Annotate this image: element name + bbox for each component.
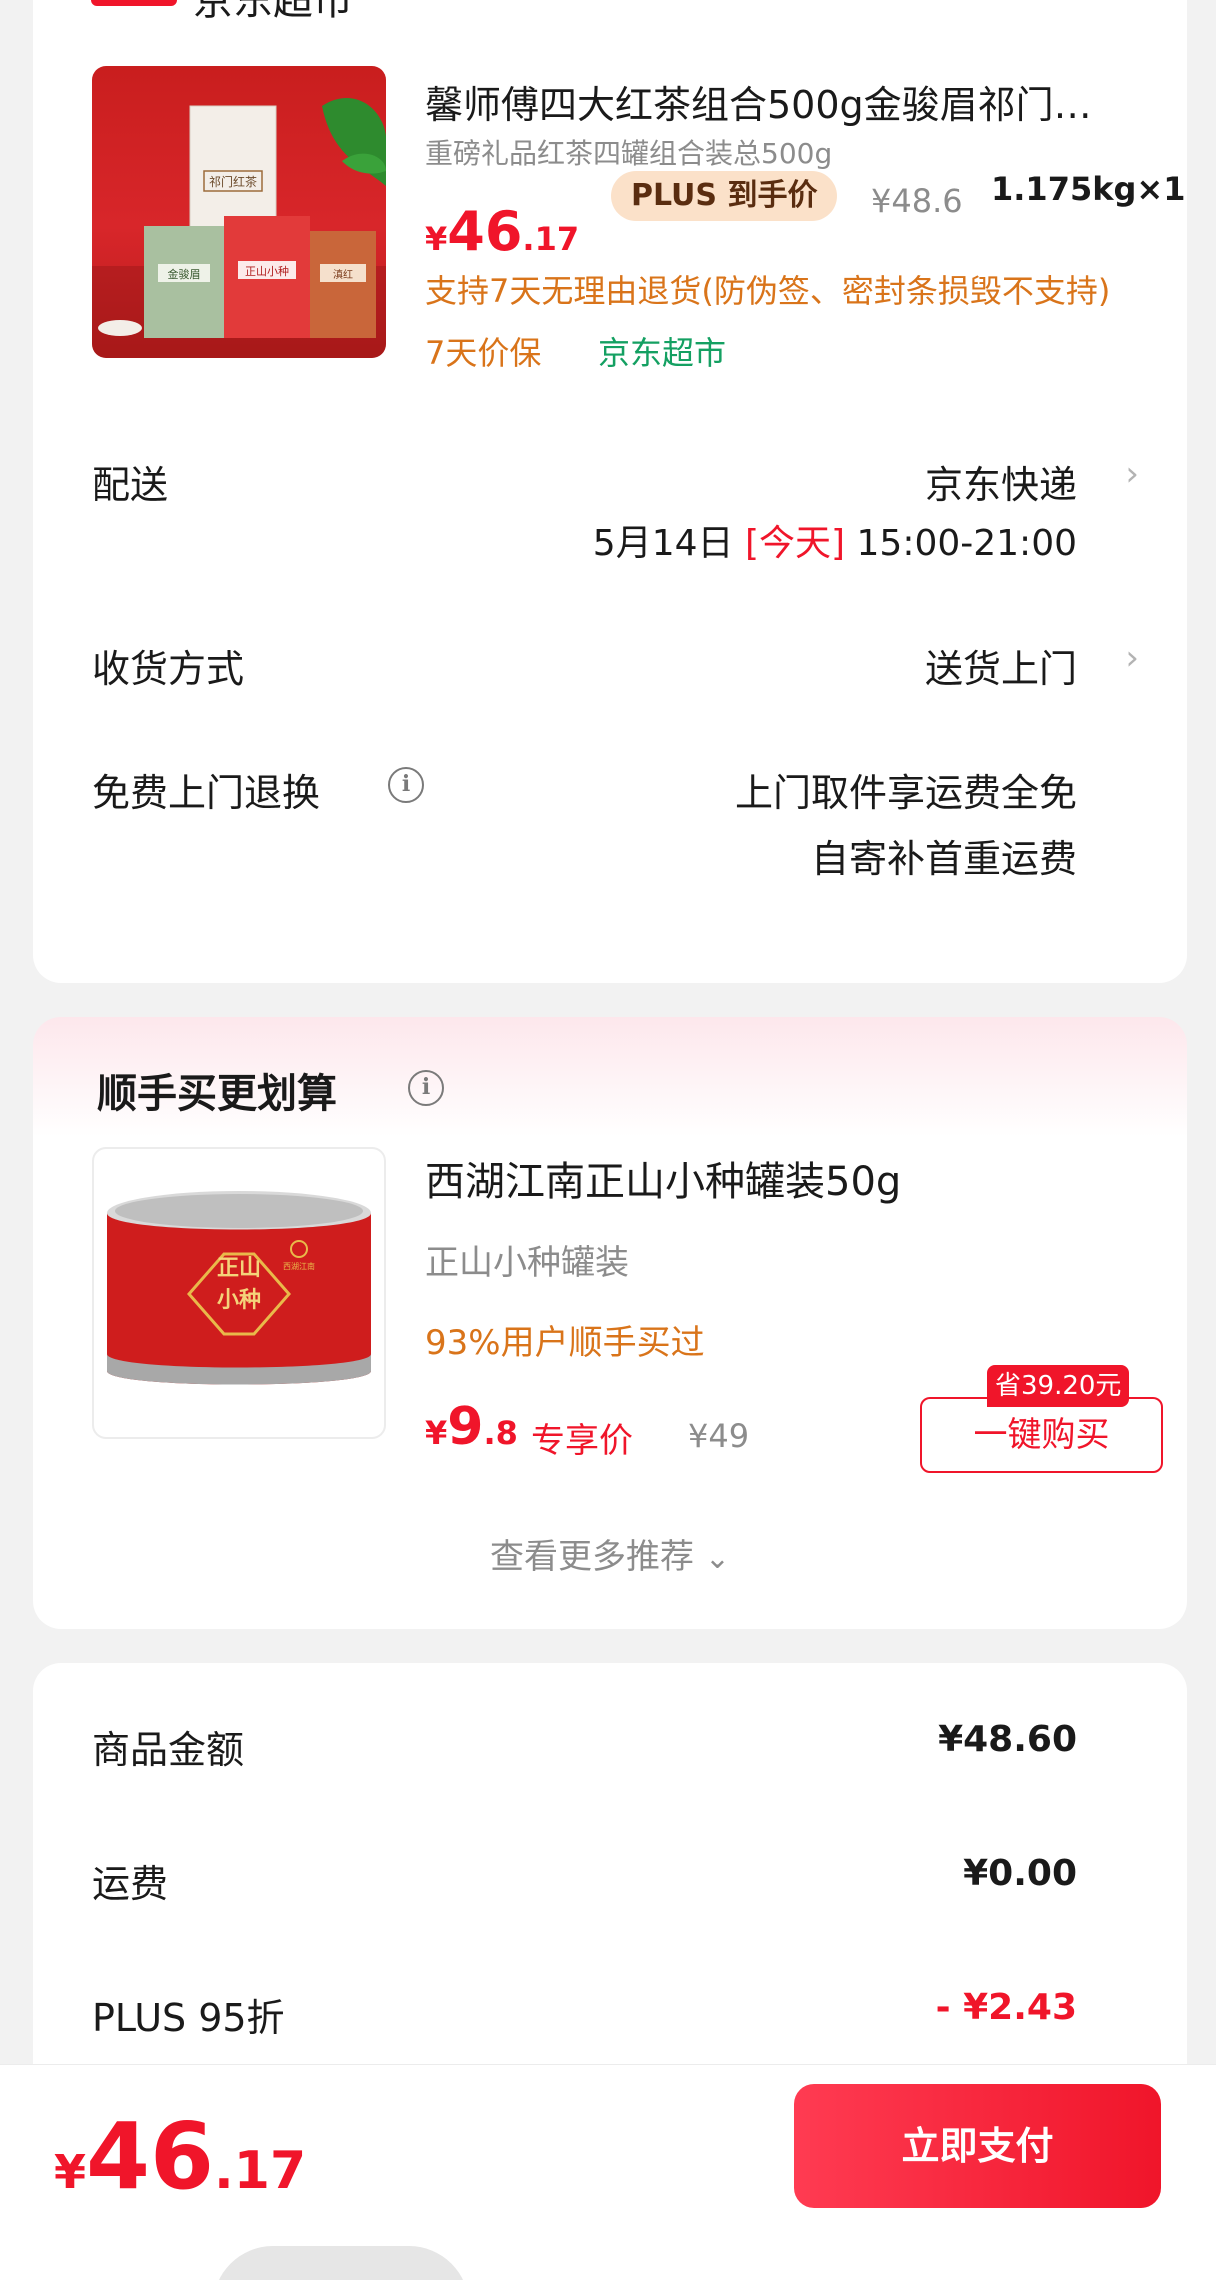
price-integer: 46 xyxy=(447,200,523,263)
recommend-card: 顺手买更划算 i 正山 小种 西湖江南 西湖江南正山小种罐装50g 正山小种罐装… xyxy=(33,1017,1187,1629)
recommend-product-subtitle: 正山小种罐装 xyxy=(425,1243,629,1283)
free-return-line1: 上门取件享运费全免 xyxy=(734,771,1077,815)
see-more-recommendations-link[interactable]: 查看更多推荐 ⌄ xyxy=(33,1529,1187,1578)
shipping-label: 运费 xyxy=(92,1862,169,1906)
can-label-dianhong: 滇红 xyxy=(333,268,353,281)
can-label-zhengshan: 正山小种 xyxy=(245,264,289,278)
chevron-down-icon: ⌄ xyxy=(704,1541,730,1576)
jd-market-badge: 京东超市 xyxy=(598,334,727,372)
recommend-product-image[interactable]: 正山 小种 西湖江南 xyxy=(92,1147,386,1439)
total-price: ¥ 46 .17 xyxy=(54,2103,306,2210)
receive-method-label: 收货方式 xyxy=(92,647,245,691)
recommend-original-price: ¥49 xyxy=(688,1417,750,1455)
product-quantity: 1.175kg×1 xyxy=(991,170,1186,208)
delivery-carrier[interactable]: 京东快递 xyxy=(925,454,1077,509)
tea-can-illustration: 正山 小种 西湖江南 xyxy=(107,1191,371,1385)
price-currency: ¥ xyxy=(425,220,448,258)
rec-price-currency: ¥ xyxy=(425,1414,448,1452)
rec-price-integer: 9 xyxy=(447,1397,484,1457)
shipping-value: ¥0.00 xyxy=(963,1853,1077,1894)
delivery-today: [今天] xyxy=(744,523,846,564)
product-subtitle: 重磅礼品红茶四罐组合装总500g xyxy=(425,137,833,170)
price-guard-badge: 7天价保 xyxy=(425,334,542,372)
store-badge xyxy=(91,0,177,6)
save-amount-badge: 省39.20元 xyxy=(987,1365,1130,1407)
receive-method-value[interactable]: 送货上门 xyxy=(925,638,1077,693)
one-click-buy-button[interactable]: 一键购买 xyxy=(920,1397,1163,1473)
store-name: 京东超市 xyxy=(193,0,353,24)
checkout-bar: ¥ 46 .17 立即支付 xyxy=(0,2064,1216,2280)
plus-discount-label: PLUS 95折 xyxy=(92,1996,285,2040)
delivery-window: 15:00-21:00 xyxy=(856,523,1077,564)
total-currency: ¥ xyxy=(54,2145,87,2199)
see-more-label: 查看更多推荐 xyxy=(490,1537,695,1577)
recommend-info-icon[interactable]: i xyxy=(408,1070,444,1106)
product-title[interactable]: 馨师傅四大红茶组合500g金骏眉祁门红茶正山小种滇红 xyxy=(425,74,1125,129)
can-title-top: 正山 xyxy=(217,1256,261,1281)
pay-now-button[interactable]: 立即支付 xyxy=(794,2084,1161,2208)
plus-price-tag: PLUS 到手价 xyxy=(611,171,838,221)
product-image[interactable]: 祁门红茶 金骏眉 正山小种 滇红 xyxy=(92,66,386,358)
can-brand: 西湖江南 xyxy=(283,1261,315,1271)
delivery-date: 5月14日 xyxy=(592,523,734,564)
free-return-line2: 自寄补首重运费 xyxy=(810,837,1077,881)
recommend-price: ¥ 9 .8 xyxy=(425,1397,518,1457)
can-title-bottom: 小种 xyxy=(217,1288,261,1313)
can-label-jinjunmei: 金骏眉 xyxy=(168,267,201,281)
recommend-title: 顺手买更划算 xyxy=(97,1071,337,1117)
free-return-label: 免费上门退换 xyxy=(92,771,321,815)
delivery-chevron-icon[interactable]: › xyxy=(1125,454,1139,494)
total-decimal: .17 xyxy=(214,2141,307,2201)
total-integer: 46 xyxy=(86,2103,215,2210)
recommend-bought-stat: 93%用户顺手买过 xyxy=(425,1323,705,1363)
delivery-time[interactable]: 5月14日 [今天] 15:00-21:00 xyxy=(593,514,1077,566)
goods-amount-value: ¥48.60 xyxy=(938,1719,1077,1760)
plus-discount-value: - ¥2.43 xyxy=(935,1987,1077,2028)
return-policy: 支持7天无理由退货(防伪签、密封条损毁不支持) xyxy=(425,272,1111,310)
tea-gift-set-illustration: 祁门红茶 金骏眉 正山小种 滇红 xyxy=(92,97,386,358)
floating-tab-handle[interactable] xyxy=(213,2246,469,2280)
free-return-info-icon[interactable]: i xyxy=(388,767,424,803)
product-price: ¥ 46 .17 xyxy=(425,200,579,270)
recommend-product-name[interactable]: 西湖江南正山小种罐装50g xyxy=(425,1149,901,1207)
delivery-label: 配送 xyxy=(92,463,169,507)
rec-price-decimal: .8 xyxy=(483,1414,518,1452)
receive-chevron-icon[interactable]: › xyxy=(1125,638,1139,678)
can-label-qimen: 祁门红茶 xyxy=(209,174,257,189)
goods-amount-label: 商品金额 xyxy=(92,1728,245,1772)
original-price: ¥48.6 xyxy=(871,182,963,220)
price-decimal: .17 xyxy=(522,220,580,258)
exclusive-price-label: 专享价 xyxy=(531,1421,633,1461)
order-product-card: 京东超市 祁门红茶 金骏眉 正山小种 滇红 馨师傅四大红茶组合500g金骏眉祁门… xyxy=(33,0,1187,983)
